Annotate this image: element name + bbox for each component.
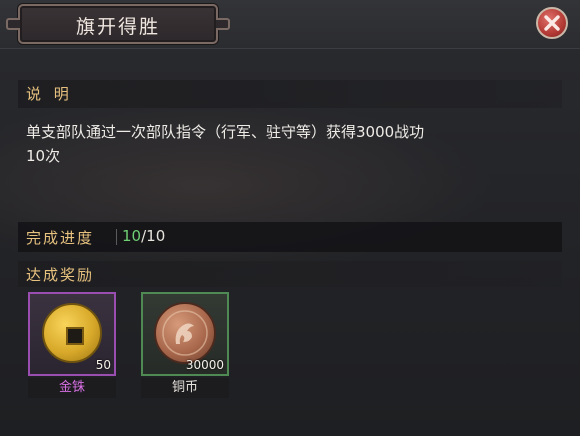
progress-divider [116,229,117,245]
coin-hole [66,327,84,345]
coin-emblem [162,310,208,356]
progress-value: 10/10 [122,227,165,245]
progress-total: /10 [141,227,166,245]
title-plate: 旗开得胜 [6,4,230,44]
close-icon [544,15,560,31]
description-label: 说 明 [26,85,73,103]
description-header: 说 明 [18,80,562,108]
reward-frame: 30000 [141,292,229,376]
reward-name: 金铢 [28,378,116,398]
copper-coin-icon [154,302,216,364]
reward-count: 30000 [185,358,224,372]
window-title: 旗开得胜 [75,16,160,38]
description-line-1: 单支部队通过一次部队指令（行军、驻守等）获得3000战功 [26,123,425,141]
title-bar: 旗开得胜 [0,0,580,49]
reward-item-gold[interactable]: 50 金铢 [28,292,116,400]
reward-frame: 50 [28,292,116,376]
close-button[interactable] [536,7,568,39]
rewards-label: 达成奖励 [26,266,95,284]
progress-current: 10 [122,227,142,245]
reward-name: 铜币 [141,378,229,398]
progress-label: 完成进度 [26,229,95,247]
reward-count: 50 [95,358,111,372]
reward-item-copper[interactable]: 30000 铜币 [141,292,229,400]
description-text: 单支部队通过一次部队指令（行军、驻守等）获得3000战功 10次 [26,120,546,168]
description-line-2: 10次 [26,147,61,165]
progress-row: 完成进度 10/10 [18,222,562,252]
gold-coin-icon [42,303,102,363]
rewards-header: 达成奖励 [18,261,562,287]
